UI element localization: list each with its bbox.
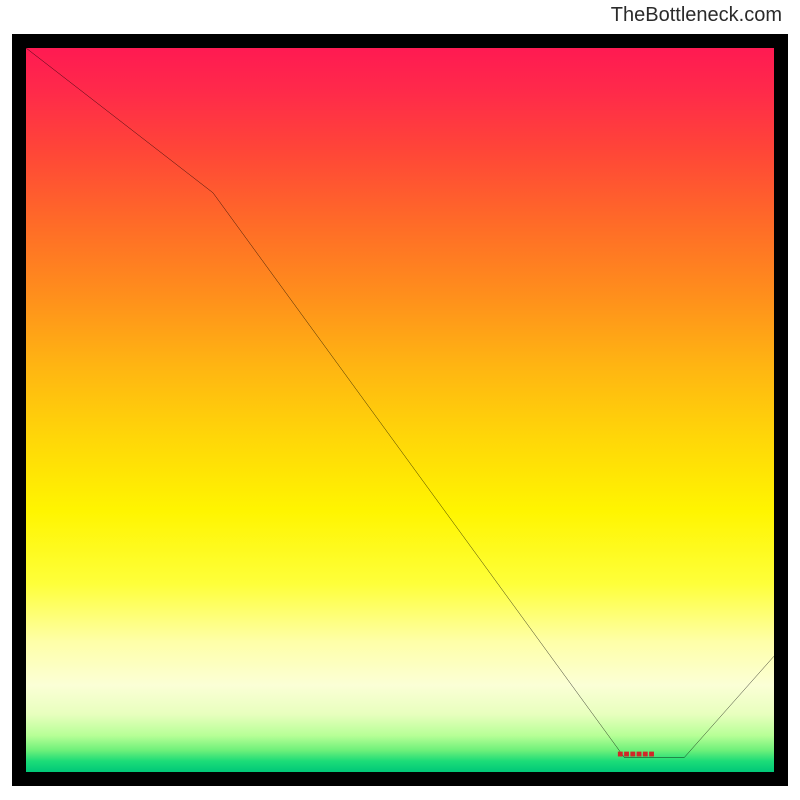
chart-container: TheBottleneck.com ■■■■■■ bbox=[0, 0, 800, 800]
data-line-path bbox=[26, 48, 774, 758]
line-svg bbox=[26, 48, 774, 772]
plot-frame: ■■■■■■ bbox=[12, 34, 788, 786]
attribution-text: TheBottleneck.com bbox=[611, 4, 782, 27]
data-line-layer bbox=[26, 48, 774, 772]
optimum-annotation: ■■■■■■ bbox=[617, 749, 654, 760]
